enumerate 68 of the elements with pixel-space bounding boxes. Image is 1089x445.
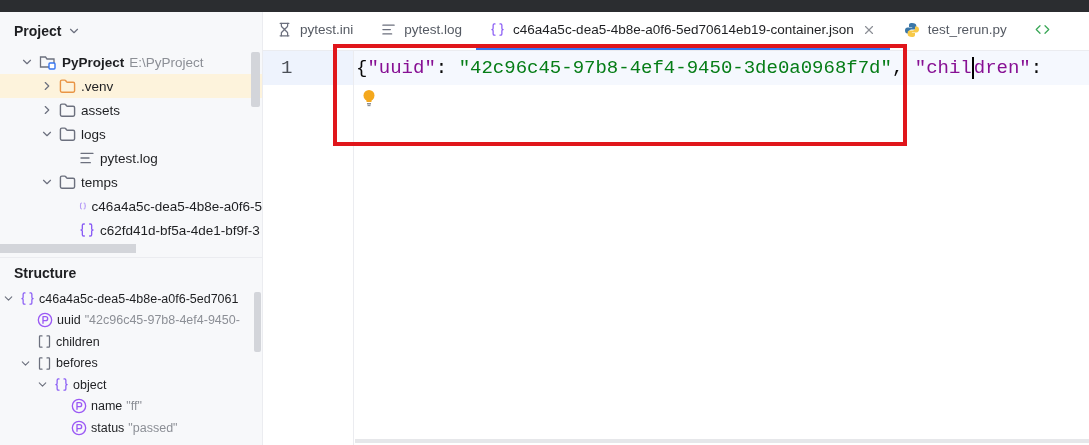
editor-tab[interactable]: pytest.log: [367, 12, 477, 50]
scrollbar-thumb[interactable]: [254, 292, 261, 352]
item-name: .venv: [81, 78, 114, 94]
structure-item[interactable]: befores: [0, 352, 262, 374]
scrollbar-thumb[interactable]: [251, 52, 260, 107]
structure-item[interactable]: status "passed": [0, 417, 262, 439]
item-value: "ff": [126, 399, 142, 414]
panel-title: Project: [14, 23, 62, 39]
item-value: "passed": [128, 420, 178, 435]
folder-icon: [59, 77, 76, 95]
hourglass-icon: [277, 22, 292, 37]
tree-item[interactable]: c62fd41d-bf5a-4de1-bf9f-3: [0, 218, 262, 242]
item-name: c46a4a5c-dea5-4b8e-a0f6-5ed7061: [39, 291, 239, 306]
item-name: temps: [81, 174, 118, 190]
property-icon: [37, 312, 53, 329]
panel-title: Structure: [14, 265, 77, 281]
scrollbar-thumb[interactable]: [0, 244, 136, 253]
tab-label: pytest.log: [404, 22, 463, 37]
tree-item[interactable]: pytest.log: [0, 146, 262, 170]
tree-item[interactable]: c46a4a5c-dea5-4b8e-a0f6-5: [0, 194, 262, 218]
item-name: status: [91, 420, 125, 435]
property-icon: [71, 398, 87, 415]
project-folder-icon: [39, 54, 57, 70]
item-path: E:\PyProject: [129, 54, 204, 70]
braces-icon: [79, 222, 95, 238]
brackets-icon: [37, 355, 52, 371]
tree-item[interactable]: logs: [0, 122, 262, 146]
item-name: c46a4a5c-dea5-4b8e-a0f6-5: [91, 198, 262, 214]
folder-icon: [59, 173, 76, 191]
tab-label: pytest.ini: [300, 22, 354, 37]
item-value: "42c96c45-97b8-4ef4-9450-: [84, 313, 240, 328]
tab-label: test_rerun.py: [927, 22, 1007, 37]
tree-item[interactable]: PyProject E:\PyProject: [0, 50, 262, 74]
item-name: befores: [56, 356, 98, 371]
folder-icon: [59, 125, 76, 143]
python-icon: [903, 21, 920, 38]
braces-icon: [20, 291, 35, 307]
text-file-icon: [79, 150, 95, 166]
structure-item[interactable]: name "ff": [0, 395, 262, 417]
item-name: name: [91, 399, 123, 414]
editor-tab[interactable]: test_rerun.py: [889, 12, 1021, 50]
editor-tab[interactable]: pytest.ini: [263, 12, 368, 50]
tab-label: c46a4a5c-dea5-4b8e-a0f6-5ed70614eb19-container.json: [513, 22, 854, 37]
item-name: logs: [81, 126, 106, 142]
folder-icon: [59, 101, 76, 119]
item-name: pytest.log: [100, 150, 158, 166]
braces-icon: [490, 22, 506, 37]
structure-item[interactable]: c46a4a5c-dea5-4b8e-a0f6-5ed7061: [0, 288, 262, 310]
structure-item[interactable]: object: [0, 374, 262, 396]
code-icon: [1034, 22, 1050, 37]
text-file-icon: [381, 22, 397, 37]
property-icon: [71, 419, 87, 436]
item-name: c62fd41d-bf5a-4de1-bf9f-3: [100, 222, 260, 238]
item-name: object: [73, 377, 107, 392]
item-name: uuid: [57, 313, 81, 328]
brackets-icon: [37, 334, 52, 350]
tree-item[interactable]: assets: [0, 98, 262, 122]
item-name: PyProject: [62, 54, 125, 70]
lightbulb-icon[interactable]: [362, 89, 376, 107]
structure-item[interactable]: children: [0, 331, 262, 353]
tree-item[interactable]: temps: [0, 170, 262, 194]
item-name: assets: [81, 102, 121, 118]
braces-icon: [54, 377, 69, 393]
structure-item[interactable]: uuid "42c96c45-97b8-4ef4-9450-: [0, 309, 262, 331]
tree-item[interactable]: .venv: [0, 74, 262, 98]
item-name: children: [56, 334, 100, 349]
text-cursor: [971, 57, 974, 79]
line-number: 1: [263, 51, 353, 85]
